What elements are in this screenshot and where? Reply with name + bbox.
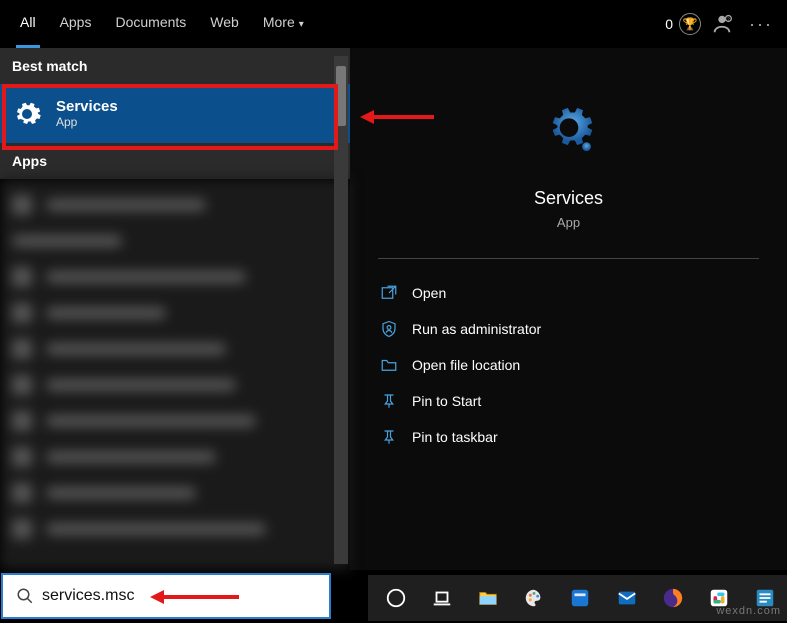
search-input[interactable] — [42, 587, 319, 605]
preview-title: Services — [534, 188, 603, 209]
watermark: wexdn.com — [716, 605, 781, 617]
tab-apps[interactable]: Apps — [48, 0, 104, 48]
gear-icon — [541, 102, 597, 158]
action-open[interactable]: Open — [378, 275, 759, 311]
folder-icon — [477, 587, 499, 609]
circle-icon — [385, 587, 407, 609]
pin-icon — [380, 428, 398, 446]
taskbar-firefox[interactable] — [651, 575, 695, 621]
taskbar-app-blue[interactable] — [558, 575, 602, 621]
more-options-icon[interactable]: ··· — [743, 14, 779, 35]
tab-documents[interactable]: Documents — [103, 0, 198, 48]
action-open-location[interactable]: Open file location — [378, 347, 759, 383]
mail-icon — [616, 587, 638, 609]
open-icon — [380, 284, 398, 302]
app-icon — [569, 587, 591, 609]
taskbar-taskview[interactable] — [420, 575, 464, 621]
action-run-admin[interactable]: Run as administrator — [378, 311, 759, 347]
search-box[interactable] — [1, 573, 331, 619]
feedback-icon[interactable]: ? — [711, 13, 733, 35]
taskbar-mail[interactable] — [605, 575, 649, 621]
taskbar-explorer[interactable] — [466, 575, 510, 621]
section-apps: Apps — [0, 143, 350, 179]
gear-icon — [12, 99, 42, 129]
divider — [378, 258, 759, 259]
taskbar-paint[interactable] — [512, 575, 556, 621]
tab-all[interactable]: All — [8, 0, 48, 48]
palette-icon — [523, 587, 545, 609]
result-services[interactable]: Services App — [0, 84, 350, 143]
search-icon — [16, 587, 34, 605]
shield-icon — [380, 320, 398, 338]
tab-web[interactable]: Web — [198, 0, 251, 48]
folder-icon — [380, 356, 398, 374]
result-title: Services — [56, 98, 118, 115]
taskbar-cortana[interactable] — [374, 575, 418, 621]
pin-icon — [380, 392, 398, 410]
section-best-match: Best match — [0, 48, 350, 84]
rewards-badge[interactable]: 0 🏆 — [665, 13, 701, 35]
taskview-icon — [431, 587, 453, 609]
result-subtitle: App — [56, 115, 118, 129]
action-pin-taskbar[interactable]: Pin to taskbar — [378, 419, 759, 455]
results-panel: Best match Services App Apps — [0, 48, 350, 570]
trophy-icon: 🏆 — [679, 13, 701, 35]
action-pin-start[interactable]: Pin to Start — [378, 383, 759, 419]
firefox-icon — [662, 587, 684, 609]
results-scrollbar[interactable] — [334, 56, 348, 564]
chevron-down-icon: ▾ — [299, 19, 304, 30]
preview-pane: Services App Open Run as administrator O… — [350, 48, 787, 570]
other-results-blurred — [0, 179, 350, 570]
preview-subtitle: App — [557, 215, 580, 230]
tab-more[interactable]: More▾ — [251, 0, 316, 48]
